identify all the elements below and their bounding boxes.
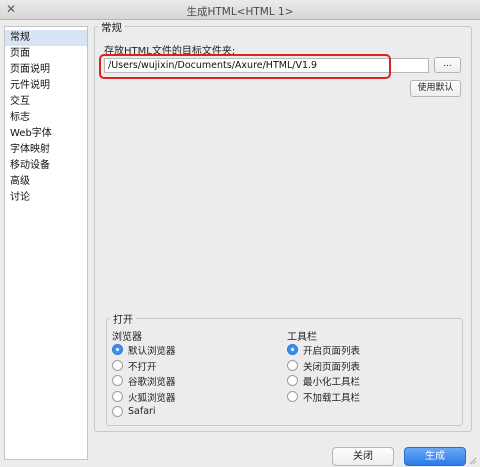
radio-label: 谷歌浏览器 xyxy=(128,376,176,388)
general-section-title: 常规 xyxy=(98,20,125,35)
sidebar-item-discussion[interactable]: 讨论 xyxy=(5,190,87,206)
radio-label: Safari xyxy=(128,406,156,417)
radio-safari[interactable]: Safari xyxy=(112,405,156,418)
radio-unselected-icon xyxy=(287,391,298,402)
radio-minimize-toolbar[interactable]: 最小化工具栏 xyxy=(287,374,361,388)
radio-label: 火狐浏览器 xyxy=(128,392,176,404)
radio-label: 默认浏览器 xyxy=(128,345,176,357)
browser-label: 浏览器 xyxy=(112,332,142,343)
sidebar-item-logo[interactable]: 标志 xyxy=(5,110,87,126)
radio-firefox[interactable]: 火狐浏览器 xyxy=(112,390,176,404)
radio-selected-icon xyxy=(287,344,298,355)
sidebar-item-page-notes[interactable]: 页面说明 xyxy=(5,62,87,78)
sidebar-item-general[interactable]: 常规 xyxy=(5,30,87,46)
sidebar-item-mobile[interactable]: 移动设备 xyxy=(5,158,87,174)
sidebar-item-advanced[interactable]: 高级 xyxy=(5,174,87,190)
radio-open-page-list[interactable]: 开启页面列表 xyxy=(287,343,361,357)
radio-selected-icon xyxy=(112,344,123,355)
open-options-group xyxy=(106,318,463,426)
sidebar-item-interactions[interactable]: 交互 xyxy=(5,94,87,110)
radio-unselected-icon xyxy=(112,391,123,402)
radio-label: 不打开 xyxy=(128,361,157,373)
browse-folder-button[interactable]: ... xyxy=(434,57,461,73)
use-default-button[interactable]: 使用默认 xyxy=(410,80,461,97)
title-bar: ✕ 生成HTML<HTML 1> xyxy=(0,0,480,20)
radio-do-not-open[interactable]: 不打开 xyxy=(112,359,157,373)
radio-label: 最小化工具栏 xyxy=(303,376,361,388)
sidebar-item-web-fonts[interactable]: Web字体 xyxy=(5,126,87,142)
open-section-title: 打开 xyxy=(110,311,136,326)
window-title: 生成HTML<HTML 1> xyxy=(186,6,294,18)
radio-label: 开启页面列表 xyxy=(303,345,361,357)
sidebar-item-pages[interactable]: 页面 xyxy=(5,46,87,62)
radio-unselected-icon xyxy=(112,406,123,417)
radio-unselected-icon xyxy=(287,375,298,386)
radio-unselected-icon xyxy=(112,360,123,371)
radio-chrome[interactable]: 谷歌浏览器 xyxy=(112,374,176,388)
sidebar-item-font-mappings[interactable]: 字体映射 xyxy=(5,142,87,158)
settings-nav-list: 常规 页面 页面说明 元件说明 交互 标志 Web字体 字体映射 移动设备 高级… xyxy=(4,26,88,460)
toolbar-label: 工具栏 xyxy=(287,332,317,343)
radio-unselected-icon xyxy=(287,360,298,371)
radio-unselected-icon xyxy=(112,375,123,386)
radio-label: 不加载工具栏 xyxy=(303,392,361,404)
radio-label: 关闭页面列表 xyxy=(303,361,361,373)
sidebar-item-widget-notes[interactable]: 元件说明 xyxy=(5,78,87,94)
radio-no-toolbar[interactable]: 不加载工具栏 xyxy=(287,390,361,404)
close-button[interactable]: 关闭 xyxy=(332,447,394,466)
resize-grip-icon[interactable] xyxy=(469,457,477,465)
generate-button[interactable]: 生成 xyxy=(404,447,466,466)
radio-default-browser[interactable]: 默认浏览器 xyxy=(112,343,176,357)
annotation-highlight xyxy=(99,54,391,79)
radio-close-page-list[interactable]: 关闭页面列表 xyxy=(287,359,361,373)
